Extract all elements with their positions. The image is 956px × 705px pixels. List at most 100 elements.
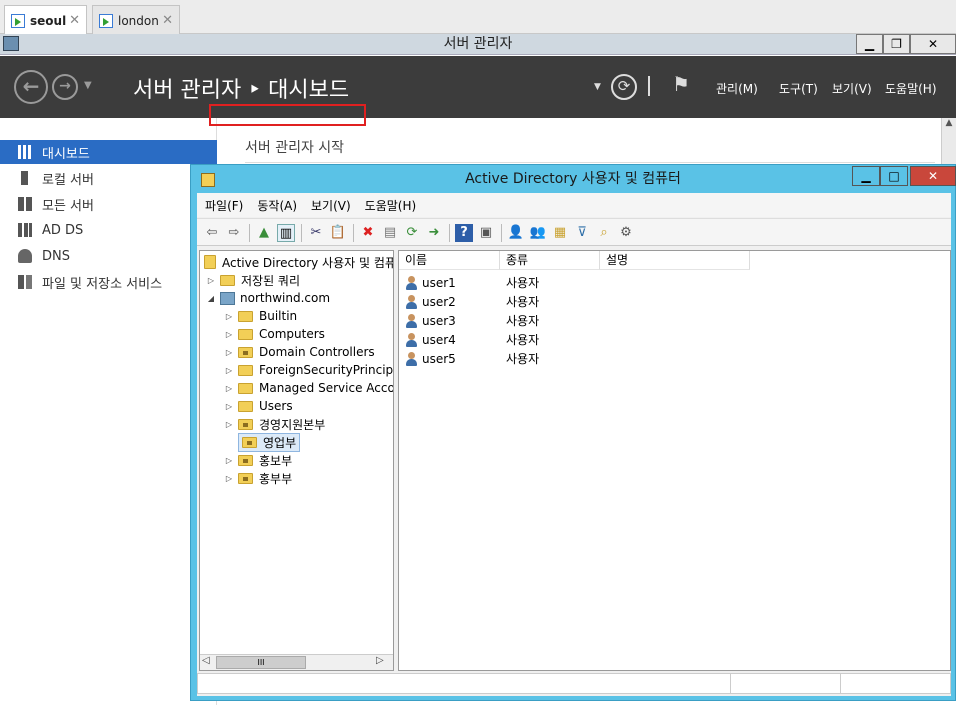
rdp-tab-strip: seoul ✕ london ✕ xyxy=(0,0,956,35)
list-item[interactable]: user4 사용자 xyxy=(405,330,539,349)
expand-icon[interactable]: ▷ xyxy=(206,276,216,285)
tree-item-domain-controllers[interactable]: ▷ Domain Controllers xyxy=(224,343,375,361)
expand-icon[interactable]: ▷ xyxy=(224,348,234,357)
scroll-right-icon[interactable]: ▷ xyxy=(376,655,384,666)
expand-icon[interactable]: ▷ xyxy=(224,456,234,465)
properties-icon[interactable]: ▤ xyxy=(381,224,399,242)
welcome-heading: 서버 관리자 시작 xyxy=(245,140,345,156)
new-group-icon[interactable]: 👥 xyxy=(529,224,547,242)
forward-arrow-icon[interactable]: ⇨ xyxy=(225,224,243,242)
tree-item-managed-service-accounts[interactable]: ▷ Managed Service Accounts xyxy=(224,379,393,397)
menu-view[interactable]: 보기(V) xyxy=(303,197,357,214)
expand-icon[interactable]: ▷ xyxy=(224,384,234,393)
delete-icon[interactable]: ✖ xyxy=(359,224,377,242)
tree-item-computers[interactable]: ▷ Computers xyxy=(224,325,325,343)
sidebar-item-ad-ds[interactable]: AD DS xyxy=(0,218,217,242)
sidebar-item-local-server[interactable]: 로컬 서버 xyxy=(0,166,217,190)
menu-file[interactable]: 파일(F) xyxy=(197,197,249,214)
help-icon[interactable]: ? xyxy=(455,224,473,242)
expand-icon[interactable]: ▷ xyxy=(224,366,234,375)
tree-item-label: ForeignSecurityPrincipals xyxy=(259,363,394,377)
collapse-icon[interactable]: ◢ xyxy=(206,294,216,303)
close-button[interactable]: ✕ xyxy=(910,34,956,54)
list-item[interactable]: user1 사용자 xyxy=(405,273,539,292)
cut-icon[interactable]: ✂ xyxy=(307,224,325,242)
user-icon xyxy=(405,351,418,366)
rdp-tab-london[interactable]: london ✕ xyxy=(92,5,180,35)
add-to-group-icon[interactable]: ⚙ xyxy=(617,224,635,242)
tree-item-users[interactable]: ▷ Users xyxy=(224,397,293,415)
export-list-icon[interactable]: ➜ xyxy=(425,224,443,242)
close-button[interactable]: ✕ xyxy=(910,166,956,186)
chevron-down-icon[interactable]: ▼ xyxy=(594,82,601,92)
tree-item-domain[interactable]: ◢ northwind.com xyxy=(206,289,330,307)
scroll-thumb[interactable]: III xyxy=(216,656,306,669)
menu-help[interactable]: 도움말(H) xyxy=(357,197,423,214)
sidebar-item-dns[interactable]: DNS xyxy=(0,244,217,268)
tree-item-label: Domain Controllers xyxy=(259,345,375,359)
scroll-up-icon[interactable]: ▲ xyxy=(942,118,956,128)
sidebar-item-dashboard[interactable]: 대시보드 xyxy=(0,140,217,164)
vertical-scrollbar[interactable]: ▲ xyxy=(941,118,956,168)
action-pane-icon[interactable]: ▣ xyxy=(477,224,495,242)
filter-icon[interactable]: ⊽ xyxy=(573,224,591,242)
column-header-type[interactable]: 종류 xyxy=(500,251,600,270)
expand-icon[interactable]: ▷ xyxy=(224,330,234,339)
menu-manage[interactable]: 관리(M) xyxy=(716,80,758,97)
copy-icon[interactable]: 📋 xyxy=(329,224,347,242)
list-item[interactable]: user5 사용자 xyxy=(405,349,539,368)
up-folder-icon[interactable]: ▲ xyxy=(255,224,273,242)
maximize-button[interactable]: □ xyxy=(880,166,908,186)
tree-root[interactable]: Active Directory 사용자 및 컴퓨터 xyxy=(204,253,393,271)
tree-item-hongbubu[interactable]: ▷ 홍부부 xyxy=(224,469,292,487)
back-arrow-icon[interactable]: ← xyxy=(14,70,48,104)
expand-icon[interactable]: ▷ xyxy=(224,312,234,321)
close-icon[interactable]: ✕ xyxy=(162,13,173,28)
scroll-left-icon[interactable]: ◁ xyxy=(202,655,210,666)
menu-view[interactable]: 보기(V) xyxy=(832,80,872,97)
chevron-down-icon[interactable]: ▼ xyxy=(84,80,92,91)
notification-flag-icon[interactable]: ⚑ xyxy=(672,72,690,96)
forward-arrow-icon[interactable]: → xyxy=(52,74,78,100)
minimize-button[interactable]: ▁ xyxy=(852,166,880,186)
expand-icon[interactable]: ▷ xyxy=(224,402,234,411)
new-ou-icon[interactable]: ▦ xyxy=(551,224,569,242)
divider xyxy=(501,224,502,242)
sidebar-item-label: DNS xyxy=(42,248,70,264)
refresh-icon[interactable]: ⟳ xyxy=(403,224,421,242)
tree-item-builtin[interactable]: ▷ Builtin xyxy=(224,307,297,325)
menu-action[interactable]: 동작(A) xyxy=(249,197,303,214)
console-tree: Active Directory 사용자 및 컴퓨터 ▷ 저장된 쿼리 ◢ no… xyxy=(199,250,394,671)
tree-item-management-support[interactable]: ▷ 경영지원본부 xyxy=(224,415,325,433)
horizontal-scrollbar[interactable]: ◁ III ▷ xyxy=(200,654,393,670)
column-header-name[interactable]: 이름 xyxy=(399,251,500,270)
new-user-icon[interactable]: 👤 xyxy=(507,224,525,242)
menu-help[interactable]: 도움말(H) xyxy=(885,80,937,97)
close-icon[interactable]: ✕ xyxy=(69,13,80,28)
minimize-button[interactable]: ▁ xyxy=(856,34,883,54)
find-icon[interactable]: ⌕ xyxy=(595,224,613,242)
list-item[interactable]: user2 사용자 xyxy=(405,292,539,311)
tree-item-foreign-security-principals[interactable]: ▷ ForeignSecurityPrincipals xyxy=(224,361,394,379)
restore-button[interactable]: ❐ xyxy=(883,34,910,54)
window-title-bar: 서버 관리자 ▁ ❐ ✕ xyxy=(0,34,956,55)
ad-ds-icon xyxy=(18,223,32,237)
window-title: 서버 관리자 xyxy=(443,36,513,52)
sidebar-item-all-servers[interactable]: 모든 서버 xyxy=(0,192,217,216)
menu-tools[interactable]: 도구(T) xyxy=(779,80,818,97)
refresh-icon[interactable]: ⟳ xyxy=(611,74,637,100)
show-console-tree-icon[interactable]: ▥ xyxy=(277,224,295,242)
expand-icon[interactable]: ▷ xyxy=(224,474,234,483)
list-item[interactable]: user3 사용자 xyxy=(405,311,539,330)
expand-icon[interactable]: ▷ xyxy=(224,420,234,429)
tree-item-sales[interactable]: 영업부 xyxy=(238,432,301,452)
back-arrow-icon[interactable]: ⇦ xyxy=(203,224,221,242)
sidebar-item-file-storage[interactable]: 파일 및 저장소 서비스 xyxy=(0,270,217,294)
tree-item-pr[interactable]: ▷ 홍보부 xyxy=(224,451,292,469)
divider xyxy=(840,674,841,693)
tree-item-saved-queries[interactable]: ▷ 저장된 쿼리 xyxy=(206,271,300,289)
details-list: 이름 종류 설명 user1 사용자 user2 사용자 user3 사용자 u… xyxy=(398,250,951,671)
rdp-tab-seoul[interactable]: seoul ✕ xyxy=(4,5,87,35)
dns-icon xyxy=(18,249,32,263)
column-header-description[interactable]: 설명 xyxy=(600,251,750,270)
